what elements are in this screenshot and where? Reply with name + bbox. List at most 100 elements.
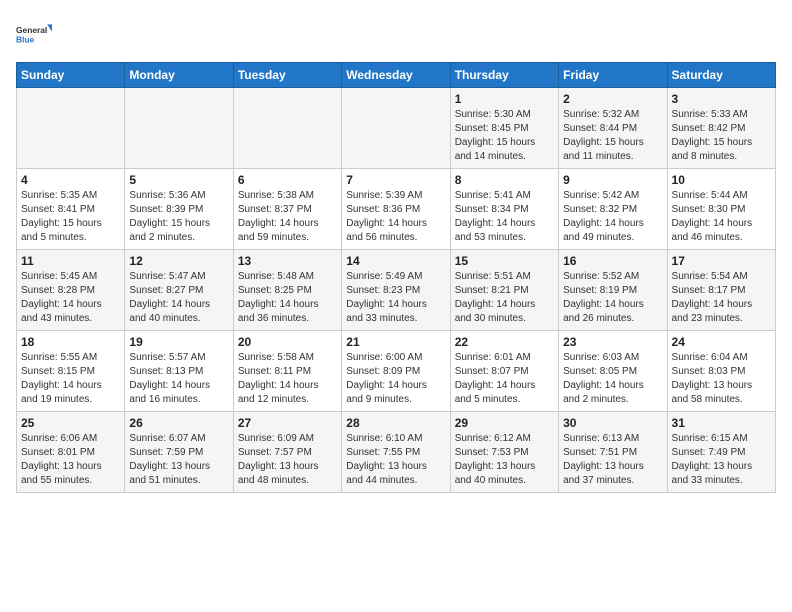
day-detail: Sunrise: 5:42 AM Sunset: 8:32 PM Dayligh… [563, 189, 662, 245]
day-number: 6 [238, 173, 337, 187]
day-detail: Sunrise: 5:35 AM Sunset: 8:41 PM Dayligh… [21, 189, 120, 245]
column-header-sunday: Sunday [17, 63, 125, 88]
day-number: 16 [563, 254, 662, 268]
day-detail: Sunrise: 6:03 AM Sunset: 8:05 PM Dayligh… [563, 351, 662, 407]
day-detail: Sunrise: 6:01 AM Sunset: 8:07 PM Dayligh… [455, 351, 554, 407]
calendar-cell: 11 Sunrise: 5:45 AM Sunset: 8:28 PM Dayli… [17, 250, 125, 331]
day-detail: Sunrise: 5:30 AM Sunset: 8:45 PM Dayligh… [455, 108, 554, 164]
calendar-cell: 22 Sunrise: 6:01 AM Sunset: 8:07 PM Dayli… [450, 331, 558, 412]
day-detail: Sunrise: 5:57 AM Sunset: 8:13 PM Dayligh… [129, 351, 228, 407]
day-number: 18 [21, 335, 120, 349]
column-header-tuesday: Tuesday [233, 63, 341, 88]
day-detail: Sunrise: 5:52 AM Sunset: 8:19 PM Dayligh… [563, 270, 662, 326]
column-header-wednesday: Wednesday [342, 63, 450, 88]
day-number: 30 [563, 416, 662, 430]
day-detail: Sunrise: 6:00 AM Sunset: 8:09 PM Dayligh… [346, 351, 445, 407]
calendar-week-5: 25 Sunrise: 6:06 AM Sunset: 8:01 PM Dayli… [17, 412, 776, 493]
calendar-week-4: 18 Sunrise: 5:55 AM Sunset: 8:15 PM Dayli… [17, 331, 776, 412]
calendar-week-1: 1 Sunrise: 5:30 AM Sunset: 8:45 PM Daylig… [17, 88, 776, 169]
calendar-table: SundayMondayTuesdayWednesdayThursdayFrid… [16, 62, 776, 493]
day-number: 7 [346, 173, 445, 187]
day-number: 11 [21, 254, 120, 268]
calendar-cell: 13Sunrise: 5:48 AM Sunset: 8:25 PM Dayli… [233, 250, 341, 331]
day-number: 13 [238, 254, 337, 268]
calendar-cell: 19 Sunrise: 5:57 AM Sunset: 8:13 PM Dayli… [125, 331, 233, 412]
calendar-cell: 3 Sunrise: 5:33 AM Sunset: 8:42 PM Daylig… [667, 88, 775, 169]
day-detail: Sunrise: 5:55 AM Sunset: 8:15 PM Dayligh… [21, 351, 120, 407]
day-detail: Sunrise: 6:13 AM Sunset: 7:51 PM Dayligh… [563, 432, 662, 488]
column-header-friday: Friday [559, 63, 667, 88]
day-detail: Sunrise: 5:39 AM Sunset: 8:36 PM Dayligh… [346, 189, 445, 245]
svg-text:General: General [16, 25, 47, 35]
calendar-cell: 31 Sunrise: 6:15 AM Sunset: 7:49 PM Dayli… [667, 412, 775, 493]
column-header-saturday: Saturday [667, 63, 775, 88]
day-number: 31 [672, 416, 771, 430]
day-number: 21 [346, 335, 445, 349]
day-detail: Sunrise: 5:44 AM Sunset: 8:30 PM Dayligh… [672, 189, 771, 245]
day-detail: Sunrise: 5:38 AM Sunset: 8:37 PM Dayligh… [238, 189, 337, 245]
day-number: 3 [672, 92, 771, 106]
calendar-cell: 15 Sunrise: 5:51 AM Sunset: 8:21 PM Dayli… [450, 250, 558, 331]
day-detail: Sunrise: 6:12 AM Sunset: 7:53 PM Dayligh… [455, 432, 554, 488]
calendar-cell [233, 88, 341, 169]
day-number: 4 [21, 173, 120, 187]
day-number: 17 [672, 254, 771, 268]
calendar-cell: 8 Sunrise: 5:41 AM Sunset: 8:34 PM Daylig… [450, 169, 558, 250]
calendar-cell: 16 Sunrise: 5:52 AM Sunset: 8:19 PM Dayli… [559, 250, 667, 331]
day-number: 28 [346, 416, 445, 430]
calendar-week-3: 11 Sunrise: 5:45 AM Sunset: 8:28 PM Dayli… [17, 250, 776, 331]
day-number: 25 [21, 416, 120, 430]
calendar-cell: 20Sunrise: 5:58 AM Sunset: 8:11 PM Dayli… [233, 331, 341, 412]
calendar-header-row: SundayMondayTuesdayWednesdayThursdayFrid… [17, 63, 776, 88]
day-detail: Sunrise: 6:07 AM Sunset: 7:59 PM Dayligh… [129, 432, 228, 488]
calendar-cell: 6 Sunrise: 5:38 AM Sunset: 8:37 PM Daylig… [233, 169, 341, 250]
day-number: 5 [129, 173, 228, 187]
logo-svg: General Blue [16, 16, 52, 52]
day-detail: Sunrise: 5:51 AM Sunset: 8:21 PM Dayligh… [455, 270, 554, 326]
calendar-cell [342, 88, 450, 169]
calendar-cell: 5 Sunrise: 5:36 AM Sunset: 8:39 PM Daylig… [125, 169, 233, 250]
day-detail: Sunrise: 5:45 AM Sunset: 8:28 PM Dayligh… [21, 270, 120, 326]
day-detail: Sunrise: 5:33 AM Sunset: 8:42 PM Dayligh… [672, 108, 771, 164]
calendar-cell: 30 Sunrise: 6:13 AM Sunset: 7:51 PM Dayli… [559, 412, 667, 493]
calendar-cell: 24Sunrise: 6:04 AM Sunset: 8:03 PM Dayli… [667, 331, 775, 412]
calendar-cell: 21 Sunrise: 6:00 AM Sunset: 8:09 PM Dayli… [342, 331, 450, 412]
day-detail: Sunrise: 5:36 AM Sunset: 8:39 PM Dayligh… [129, 189, 228, 245]
day-number: 2 [563, 92, 662, 106]
calendar-cell: 26 Sunrise: 6:07 AM Sunset: 7:59 PM Dayli… [125, 412, 233, 493]
calendar-cell: 23Sunrise: 6:03 AM Sunset: 8:05 PM Dayli… [559, 331, 667, 412]
day-number: 12 [129, 254, 228, 268]
calendar-cell: 9Sunrise: 5:42 AM Sunset: 8:32 PM Daylig… [559, 169, 667, 250]
calendar-cell: 18 Sunrise: 5:55 AM Sunset: 8:15 PM Dayli… [17, 331, 125, 412]
day-detail: Sunrise: 6:15 AM Sunset: 7:49 PM Dayligh… [672, 432, 771, 488]
day-number: 29 [455, 416, 554, 430]
day-number: 8 [455, 173, 554, 187]
calendar-week-2: 4 Sunrise: 5:35 AM Sunset: 8:41 PM Daylig… [17, 169, 776, 250]
day-number: 15 [455, 254, 554, 268]
calendar-cell: 25 Sunrise: 6:06 AM Sunset: 8:01 PM Dayli… [17, 412, 125, 493]
calendar-cell: 2 Sunrise: 5:32 AM Sunset: 8:44 PM Daylig… [559, 88, 667, 169]
calendar-cell: 12 Sunrise: 5:47 AM Sunset: 8:27 PM Dayli… [125, 250, 233, 331]
day-number: 19 [129, 335, 228, 349]
calendar-cell: 1 Sunrise: 5:30 AM Sunset: 8:45 PM Daylig… [450, 88, 558, 169]
day-detail: Sunrise: 6:06 AM Sunset: 8:01 PM Dayligh… [21, 432, 120, 488]
day-detail: Sunrise: 5:54 AM Sunset: 8:17 PM Dayligh… [672, 270, 771, 326]
calendar-cell: 4 Sunrise: 5:35 AM Sunset: 8:41 PM Daylig… [17, 169, 125, 250]
day-number: 1 [455, 92, 554, 106]
calendar-cell: 14Sunrise: 5:49 AM Sunset: 8:23 PM Dayli… [342, 250, 450, 331]
calendar-cell [17, 88, 125, 169]
day-detail: Sunrise: 5:41 AM Sunset: 8:34 PM Dayligh… [455, 189, 554, 245]
calendar-cell: 17 Sunrise: 5:54 AM Sunset: 8:17 PM Dayli… [667, 250, 775, 331]
day-detail: Sunrise: 5:47 AM Sunset: 8:27 PM Dayligh… [129, 270, 228, 326]
day-detail: Sunrise: 6:04 AM Sunset: 8:03 PM Dayligh… [672, 351, 771, 407]
day-detail: Sunrise: 5:32 AM Sunset: 8:44 PM Dayligh… [563, 108, 662, 164]
svg-text:Blue: Blue [16, 34, 35, 44]
day-number: 27 [238, 416, 337, 430]
calendar-cell: 7 Sunrise: 5:39 AM Sunset: 8:36 PM Daylig… [342, 169, 450, 250]
day-detail: Sunrise: 5:49 AM Sunset: 8:23 PM Dayligh… [346, 270, 445, 326]
day-number: 10 [672, 173, 771, 187]
day-number: 20 [238, 335, 337, 349]
day-number: 22 [455, 335, 554, 349]
day-number: 26 [129, 416, 228, 430]
calendar-cell: 29 Sunrise: 6:12 AM Sunset: 7:53 PM Dayli… [450, 412, 558, 493]
